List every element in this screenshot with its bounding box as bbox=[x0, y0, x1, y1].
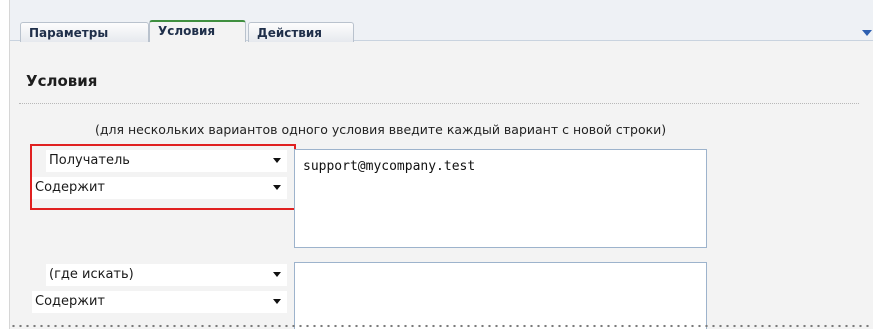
condition-2-operator-select[interactable]: Содержит bbox=[32, 291, 287, 313]
condition-2-value-textarea[interactable] bbox=[294, 262, 707, 329]
section-divider bbox=[19, 103, 859, 104]
condition-1-value-text: support@mycompany.test bbox=[303, 159, 476, 174]
chevron-down-icon bbox=[273, 272, 281, 277]
chevron-down-icon bbox=[273, 185, 281, 190]
condition-2-field-value: (где искать) bbox=[49, 267, 134, 282]
condition-1-field-select[interactable]: Получатель bbox=[46, 150, 287, 172]
collapse-arrow-icon[interactable] bbox=[862, 30, 872, 36]
chevron-down-icon bbox=[273, 299, 281, 304]
tab-actions[interactable]: Действия bbox=[248, 22, 354, 42]
section-title: Условия bbox=[26, 72, 98, 90]
condition-2-operator-value: Содержит bbox=[35, 294, 106, 309]
rule-editor-panel: Параметры Условия Действия Условия (для … bbox=[9, 0, 873, 329]
truncated-text-row bbox=[10, 323, 873, 329]
tab-conditions[interactable]: Условия bbox=[149, 20, 246, 42]
condition-1-operator-value: Содержит bbox=[35, 180, 106, 195]
tab-parameters[interactable]: Параметры bbox=[20, 22, 149, 42]
tab-strip: Параметры Условия Действия bbox=[10, 0, 873, 42]
condition-1-value-textarea[interactable]: support@mycompany.test bbox=[294, 149, 707, 248]
condition-1-field-value: Получатель bbox=[49, 153, 130, 168]
chevron-down-icon bbox=[273, 158, 281, 163]
condition-1-operator-select[interactable]: Содержит bbox=[32, 177, 287, 199]
multi-value-hint: (для нескольких вариантов одного условия… bbox=[95, 122, 667, 137]
condition-2-field-select[interactable]: (где искать) bbox=[46, 264, 287, 286]
